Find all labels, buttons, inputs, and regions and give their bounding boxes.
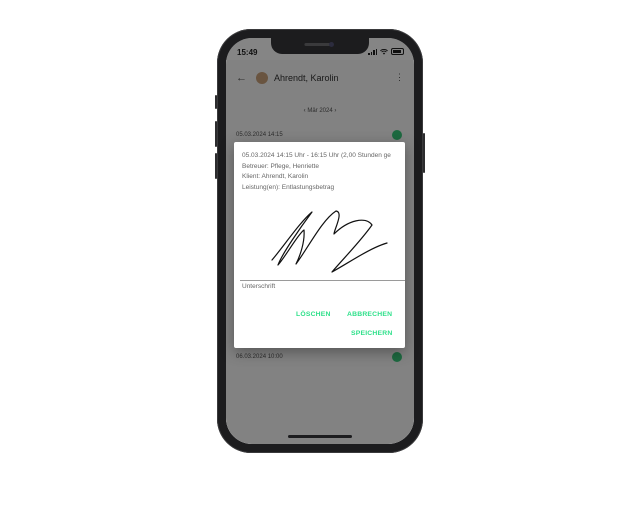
wifi-icon [380, 48, 388, 55]
mute-switch [215, 95, 217, 109]
cancel-button[interactable]: ABBRECHEN [347, 311, 392, 318]
battery-icon [391, 48, 404, 55]
status-time: 15:49 [237, 48, 258, 57]
status-icons [368, 48, 404, 55]
home-indicator[interactable] [288, 435, 352, 438]
speaker-grille [304, 43, 331, 46]
cellular-signal-icon [368, 48, 377, 55]
volume-up-button [215, 121, 217, 147]
signature-dialog: 05.03.2024 14:15 Uhr - 16:15 Uhr (2,00 S… [234, 142, 405, 348]
signature-label: Unterschrift [242, 283, 276, 290]
signature-baseline [240, 280, 405, 281]
volume-down-button [215, 153, 217, 179]
client-line: Klient: Ahrendt, Karolin [242, 173, 309, 180]
appointment-info: 05.03.2024 14:15 Uhr - 16:15 Uhr (2,00 S… [242, 151, 391, 193]
caregiver-line: Betreuer: Pflege, Henriette [242, 162, 319, 170]
signature-stroke [271, 210, 388, 273]
appointment-time: 05.03.2024 14:15 Uhr - 16:15 Uhr (2,00 S… [242, 152, 391, 159]
delete-button[interactable]: LÖSCHEN [296, 311, 331, 318]
power-button [423, 133, 425, 173]
service-line: Leistung(en): Entlastungsbetrag [242, 183, 335, 191]
front-camera [329, 42, 334, 47]
signature-pad[interactable] [242, 202, 405, 280]
save-button[interactable]: SPEICHERN [351, 330, 392, 337]
notch [271, 38, 369, 54]
